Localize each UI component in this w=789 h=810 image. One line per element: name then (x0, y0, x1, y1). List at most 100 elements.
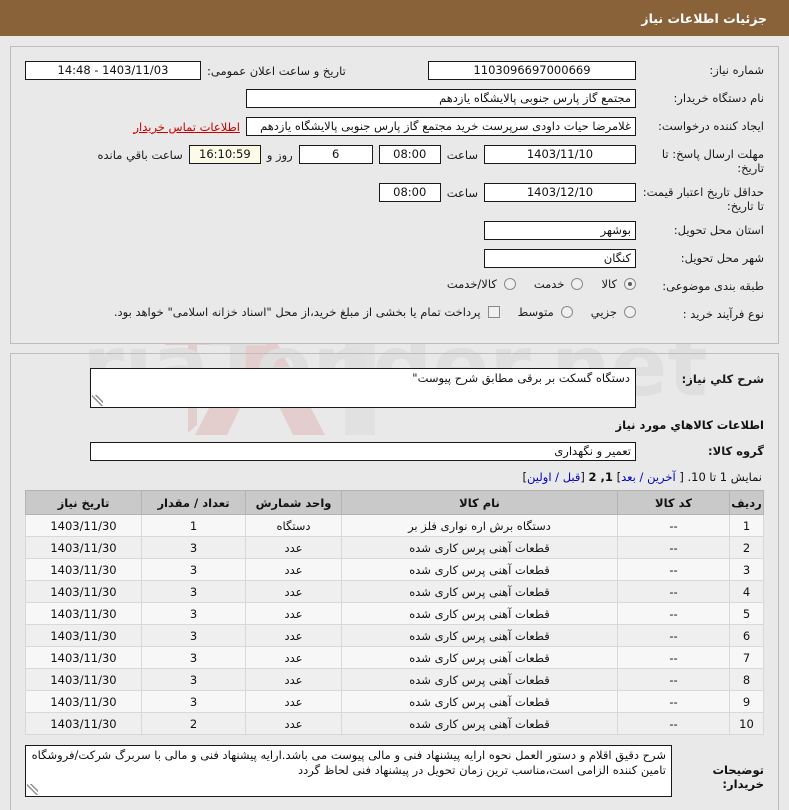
row-creator: ایجاد کننده درخواست: غلامرضا حیات داودی … (25, 117, 764, 137)
radio-process-medium[interactable] (560, 306, 573, 318)
row-need-number: شماره نیاز: 1103096697000669 تاریخ و ساع… (25, 61, 764, 81)
cell-date: 1403/11/30 (25, 712, 142, 735)
cell-radif: 1 (729, 514, 764, 537)
radio-classification-goods-service[interactable] (503, 278, 516, 290)
price-validity-time-value[interactable]: 08:00 (378, 183, 441, 202)
cell-date: 1403/11/30 (25, 668, 142, 691)
radio-classification-goods-service-label: کالا/خدمت (446, 277, 497, 291)
cell-radif: 5 (729, 602, 764, 625)
page-root: riaTender.net جزئیات اطلاعات نیاز شماره … (0, 0, 789, 810)
table-row: 1 -- دستگاه برش اره نواری فلز بر دستگاه 1 140… (25, 514, 764, 537)
process-type-label: نوع فرآیند خرید : (682, 307, 764, 321)
public-announce-value[interactable]: 1403/11/03 - 14:48 (25, 61, 201, 80)
table-row: 2 -- قطعات آهنی پرس کاری شده عدد 3 1403/11/30 (25, 536, 764, 559)
countdown-label: ساعت باقي مانده (97, 147, 183, 162)
price-validity-label: حداقل تاریخ اعتبار قیمت: تا تاریخ: (642, 185, 764, 213)
cell-code: -- (617, 646, 730, 669)
cell-name: قطعات آهنی پرس کاری شده (341, 536, 618, 559)
cell-radif: 9 (729, 690, 764, 713)
city-label: شهر محل تحویل: (680, 251, 764, 265)
cell-qty: 3 (141, 558, 246, 581)
price-validity-date-value[interactable]: 1403/12/10 (484, 183, 636, 202)
buyer-notes-value[interactable]: شرح دقیق اقلام و دستور العمل نحوه ارایه … (25, 745, 672, 797)
need-number-value[interactable]: 1103096697000669 (428, 61, 636, 80)
cell-code: -- (617, 514, 730, 537)
deadline-label: مهلت ارسال پاسخ: تا تاریخ: (661, 147, 764, 175)
cell-code: -- (617, 602, 730, 625)
table-row: 9 -- قطعات آهنی پرس کاری شده عدد 3 1403/11/30 (25, 690, 764, 713)
remaining-days-label: روز و (266, 147, 293, 162)
province-value[interactable]: بوشهر (484, 221, 636, 240)
radio-process-minor[interactable] (624, 306, 636, 318)
page-title: جزئیات اطلاعات نیاز (641, 10, 767, 26)
cell-date: 1403/11/30 (25, 646, 142, 669)
remaining-days-value: 6 (298, 145, 373, 164)
cell-unit: عدد (245, 668, 342, 691)
radio-classification-service[interactable] (571, 278, 584, 290)
col-header-name: نام کالا (341, 490, 618, 515)
pager-prefix: نمایش 1 تا 10. (687, 470, 762, 484)
cell-name: قطعات آهنی پرس کاری شده (341, 668, 618, 691)
col-header-code: کد کالا (617, 490, 730, 515)
table-row: 5 -- قطعات آهنی پرس کاری شده عدد 3 1403/11/30 (25, 602, 764, 625)
cell-name: قطعات آهنی پرس کاری شده (341, 558, 618, 581)
pager-last-next-link[interactable]: آخرین / بعد (621, 470, 676, 484)
table-row: 10 -- قطعات آهنی پرس کاری شده عدد 2 1403/11/3… (25, 712, 764, 735)
goods-group-value[interactable]: تعمیر و نگهداری (90, 442, 636, 461)
goods-details-panel: شرح کلي نیاز: دستگاه گسکت بر برقی مطابق … (10, 353, 779, 810)
goods-table: ردیف کد کالا نام کالا واحد شمارش تعداد /… (25, 490, 764, 735)
row-price-validity: حداقل تاریخ اعتبار قیمت: تا تاریخ: 1403/… (25, 183, 764, 213)
cell-unit: عدد (245, 646, 342, 669)
buyer-org-value[interactable]: مجتمع گاز پارس جنوبی پالایشگاه یازدهم (246, 89, 636, 108)
col-header-qty: تعداد / مقدار (141, 490, 246, 515)
row-goods-group: گروه کالا: تعمیر و نگهداری (25, 442, 764, 462)
cell-radif: 7 (729, 646, 764, 669)
buyer-org-label: نام دستگاه خریدار: (673, 91, 764, 105)
creator-value[interactable]: غلامرضا حیات داودی سرپرست خرید مجتمع گاز… (246, 117, 636, 136)
table-body: 1 -- دستگاه برش اره نواری فلز بر دستگاه 1 140… (25, 514, 764, 735)
table-row: 8 -- قطعات آهنی پرس کاری شده عدد 3 1403/11/30 (25, 668, 764, 691)
cell-qty: 3 (141, 668, 246, 691)
cell-qty: 3 (141, 624, 246, 647)
cell-qty: 1 (141, 514, 246, 537)
buyer-notes-row: توضیحات خریدار: شرح دقیق اقلام و دستور ا… (25, 745, 764, 797)
general-description-value[interactable]: دستگاه گسکت بر برقی مطابق شرح پیوست" (90, 368, 636, 408)
buyer-contact-link[interactable]: اطلاعات تماس خریدار (133, 120, 240, 134)
cell-date: 1403/11/30 (25, 558, 142, 581)
cell-date: 1403/11/30 (25, 690, 142, 713)
cell-name: قطعات آهنی پرس کاری شده (341, 690, 618, 713)
cell-qty: 3 (141, 536, 246, 559)
need-number-label: شماره نیاز: (709, 63, 764, 77)
cell-unit: عدد (245, 580, 342, 603)
need-info-panel: شماره نیاز: 1103096697000669 تاریخ و ساع… (10, 46, 779, 344)
cell-name: قطعات آهنی پرس کاری شده (341, 580, 618, 603)
row-process-type: نوع فرآیند خرید : جزیي متوسط پرداخت تمام… (25, 305, 764, 325)
cell-radif: 10 (729, 712, 764, 735)
cell-date: 1403/11/30 (25, 536, 142, 559)
pager-pages[interactable]: 1, 2 (589, 470, 613, 484)
radio-classification-goods-label: کالا (601, 277, 617, 291)
process-type-radio-group: جزیي متوسط پرداخت تمام یا بخشی از مبلغ خ… (100, 305, 636, 319)
treasury-document-checkbox[interactable] (487, 306, 500, 318)
cell-name: قطعات آهنی پرس کاری شده (341, 712, 618, 735)
pager-prev-first-link[interactable]: قبل / اولین (527, 470, 580, 484)
creator-label: ایجاد کننده درخواست: (658, 119, 764, 133)
row-deadline: مهلت ارسال پاسخ: تا تاریخ: 1403/11/10 سا… (25, 145, 764, 175)
deadline-time-value[interactable]: 08:00 (378, 145, 441, 164)
cell-code: -- (617, 580, 730, 603)
cell-unit: دستگاه (245, 514, 342, 537)
radio-process-medium-label: متوسط (517, 305, 554, 319)
cell-qty: 3 (141, 602, 246, 625)
table-row: 7 -- قطعات آهنی پرس کاری شده عدد 3 1403/11/30 (25, 646, 764, 669)
goods-group-label: گروه کالا: (708, 444, 764, 458)
table-row: 4 -- قطعات آهنی پرس کاری شده عدد 3 1403/11/30 (25, 580, 764, 603)
cell-code: -- (617, 624, 730, 647)
row-classification: طبقه بندی موضوعی: کالا خدمت کالا/خدمت (25, 277, 764, 297)
deadline-hour-label: ساعت (446, 147, 478, 162)
cell-code: -- (617, 558, 730, 581)
city-value[interactable]: کنگان (484, 249, 636, 268)
cell-qty: 2 (141, 712, 246, 735)
deadline-date-value[interactable]: 1403/11/10 (484, 145, 636, 164)
radio-classification-goods[interactable] (624, 278, 636, 290)
cell-qty: 3 (141, 646, 246, 669)
